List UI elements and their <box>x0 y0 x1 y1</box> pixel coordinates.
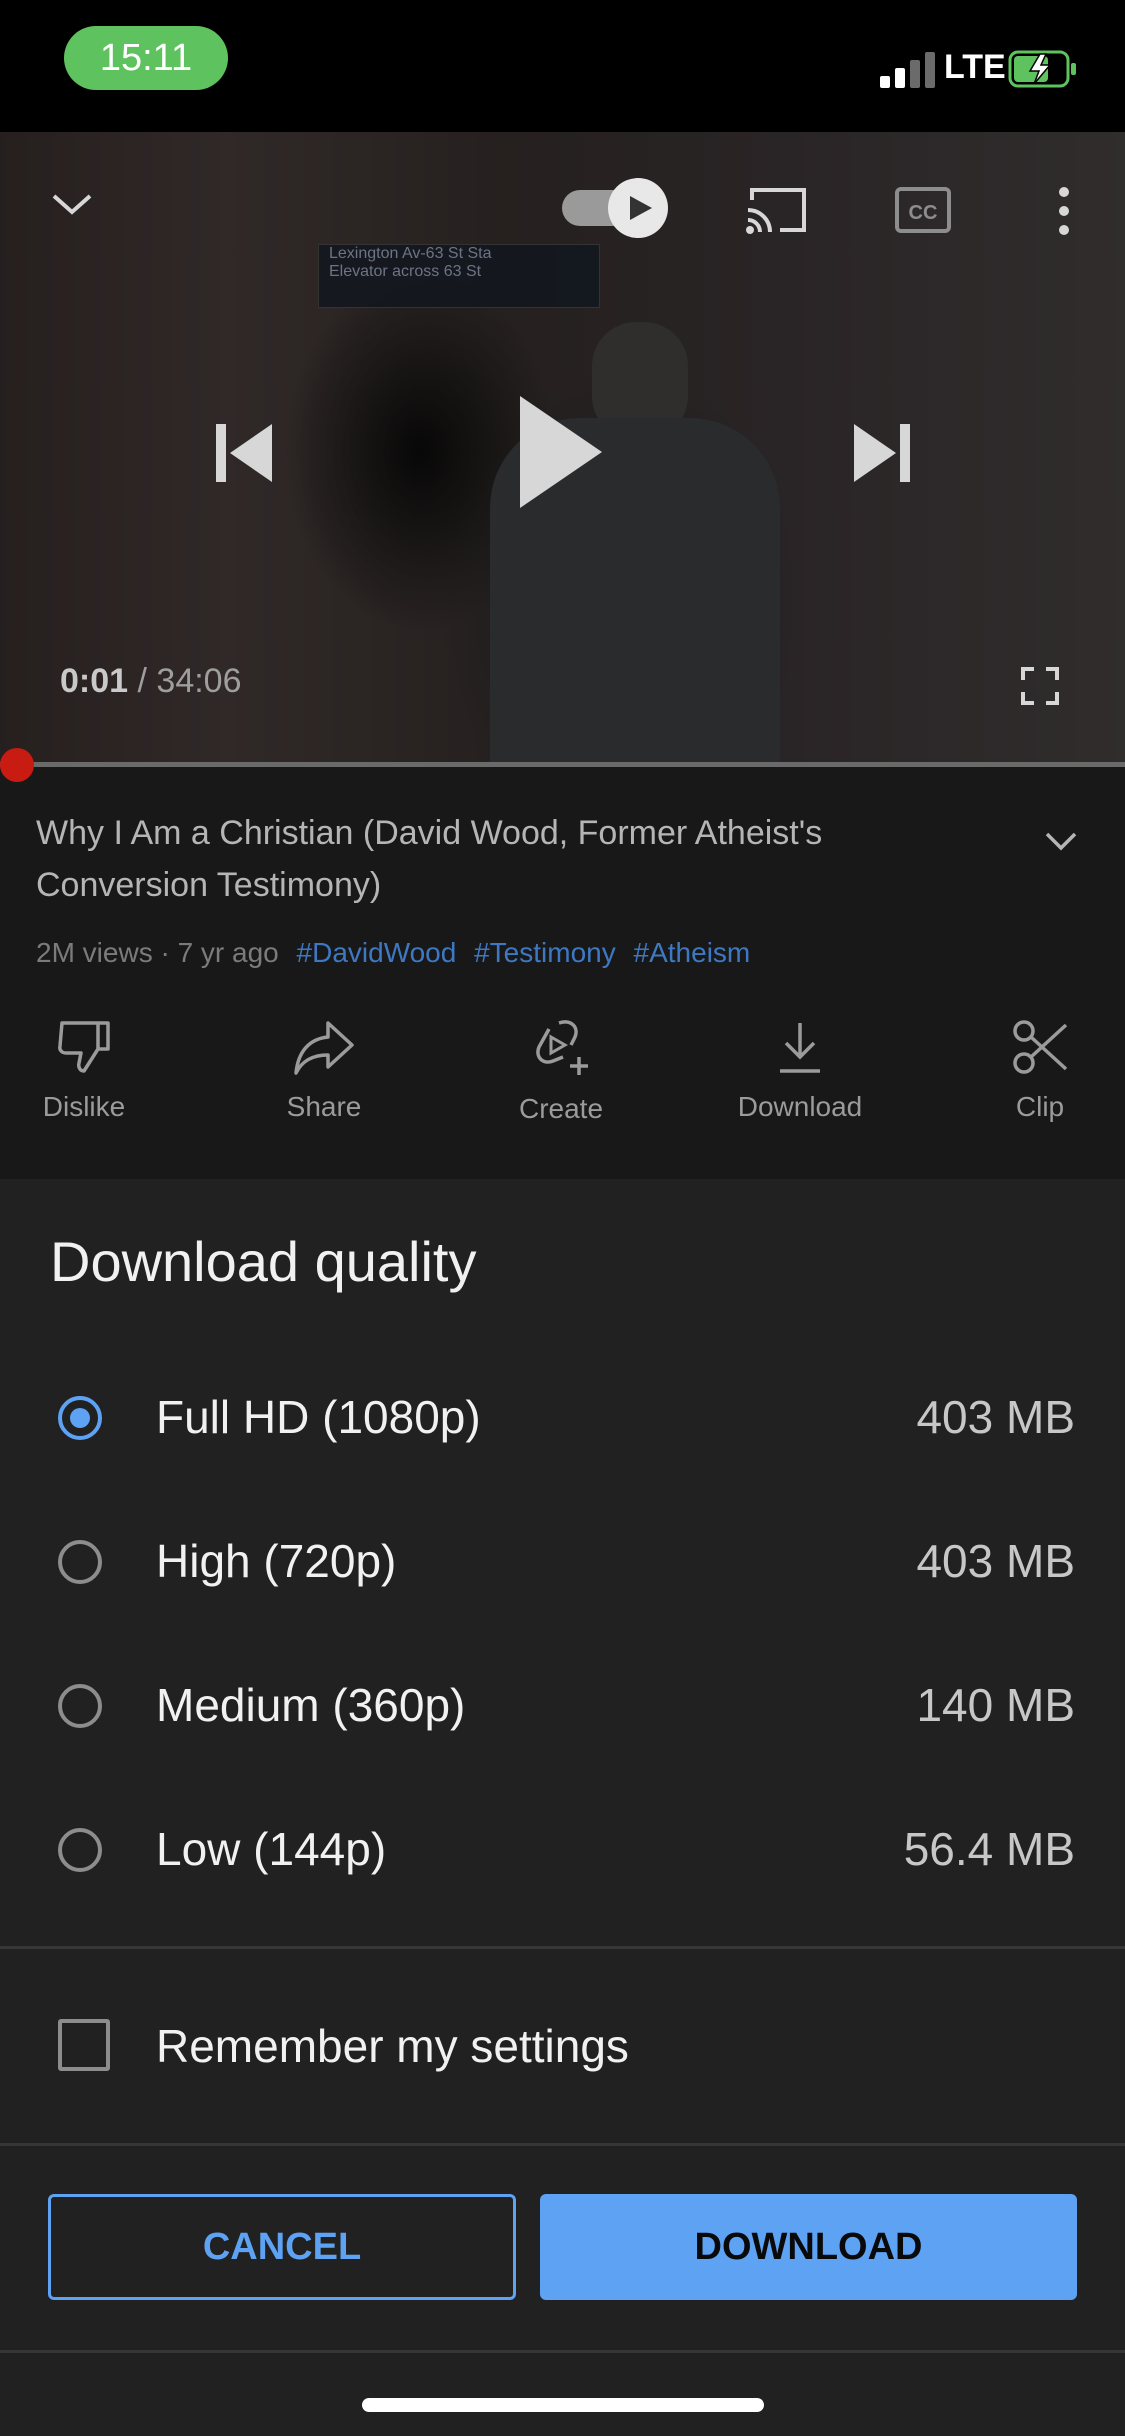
divider <box>0 2350 1125 2353</box>
quality-size: 403 MB <box>916 1391 1075 1443</box>
download-button[interactable]: Download <box>720 1017 880 1123</box>
radio-button[interactable] <box>58 1828 102 1872</box>
hashtag-link[interactable]: #Testimony <box>474 937 616 968</box>
sheet-title: Download quality <box>50 1230 477 1293</box>
video-info: Why I Am a Christian (David Wood, Former… <box>0 767 1125 1179</box>
expand-description-chevron-icon[interactable] <box>1044 831 1078 853</box>
quality-label: Medium (360p) <box>156 1679 466 1731</box>
divider <box>0 2143 1125 2146</box>
cellular-signal-icon <box>880 52 935 88</box>
radio-button-selected[interactable] <box>58 1396 102 1440</box>
quality-size: 56.4 MB <box>903 1823 1075 1875</box>
playback-time: 0:01 / 34:06 <box>60 662 242 701</box>
cancel-button[interactable]: CANCEL <box>48 2194 516 2300</box>
autoplay-toggle-icon[interactable] <box>560 176 670 240</box>
download-label: Download <box>737 1091 863 1122</box>
share-icon <box>294 1021 354 1075</box>
progress-scrubber[interactable] <box>0 748 34 782</box>
quality-option-1080p[interactable]: Full HD (1080p) 403 MB <box>0 1362 1125 1482</box>
clip-label: Clip <box>1015 1091 1065 1122</box>
hashtag-link[interactable]: #DavidWood <box>297 937 457 968</box>
hashtag-link[interactable]: #Atheism <box>634 937 751 968</box>
next-video-icon[interactable] <box>852 422 912 484</box>
previous-video-icon[interactable] <box>214 422 274 484</box>
remember-settings-label: Remember my settings <box>156 2020 629 2072</box>
more-options-icon[interactable] <box>1052 184 1076 238</box>
quality-option-720p[interactable]: High (720p) 403 MB <box>0 1506 1125 1626</box>
download-quality-sheet: Download quality Full HD (1080p) 403 MB … <box>0 1179 1125 2436</box>
network-type: LTE <box>944 48 1006 86</box>
clip-button[interactable]: Clip <box>960 1017 1120 1123</box>
quality-label: Low (144p) <box>156 1823 387 1875</box>
radio-button[interactable] <box>58 1684 102 1728</box>
status-bar: 15:11 LTE <box>0 0 1125 132</box>
divider <box>0 1946 1125 1949</box>
current-time: 0:01 <box>60 662 129 700</box>
status-time: 15:11 <box>64 26 228 90</box>
share-label: Share <box>286 1091 362 1122</box>
quality-option-144p[interactable]: Low (144p) 56.4 MB <box>0 1794 1125 1914</box>
play-icon[interactable] <box>518 394 604 510</box>
total-duration: / 34:06 <box>137 662 242 700</box>
download-confirm-button[interactable]: DOWNLOAD <box>540 2194 1077 2300</box>
video-title[interactable]: Why I Am a Christian (David Wood, Former… <box>36 807 996 911</box>
create-icon <box>536 1020 588 1075</box>
scissors-icon <box>1013 1020 1068 1074</box>
remember-settings-row[interactable]: Remember my settings <box>0 2019 1125 2079</box>
dislike-button[interactable]: Dislike <box>4 1017 164 1123</box>
radio-button[interactable] <box>58 1540 102 1584</box>
video-player[interactable]: Lexington Av-63 St Sta Elevator across 6… <box>0 132 1125 762</box>
dislike-label: Dislike <box>42 1091 126 1122</box>
action-bar: Dislike Share Create Download Clip <box>0 1017 1125 1147</box>
video-meta: 2M views · 7 yr ago #DavidWood #Testimon… <box>36 937 750 969</box>
svg-text:CC: CC <box>909 202 938 224</box>
share-button[interactable]: Share <box>244 1017 404 1123</box>
create-button[interactable]: Create <box>481 1017 641 1125</box>
quality-label: High (720p) <box>156 1535 397 1587</box>
remember-settings-checkbox[interactable] <box>58 2019 110 2071</box>
minimize-chevron-icon[interactable] <box>50 192 94 218</box>
views-and-age: 2M views · 7 yr ago <box>36 937 279 968</box>
quality-label: Full HD (1080p) <box>156 1391 481 1443</box>
home-indicator[interactable] <box>362 2398 764 2412</box>
create-label: Create <box>518 1093 604 1124</box>
quality-size: 140 MB <box>916 1679 1075 1731</box>
fullscreen-icon[interactable] <box>1020 666 1060 706</box>
captions-icon[interactable]: CC <box>894 186 952 234</box>
thumbs-down-icon <box>58 1021 110 1073</box>
progress-bar-track[interactable] <box>0 762 1125 767</box>
quality-option-360p[interactable]: Medium (360p) 140 MB <box>0 1650 1125 1770</box>
cast-icon[interactable] <box>744 184 808 236</box>
battery-charging-icon <box>1008 50 1076 88</box>
quality-size: 403 MB <box>916 1535 1075 1587</box>
download-icon <box>780 1023 820 1073</box>
